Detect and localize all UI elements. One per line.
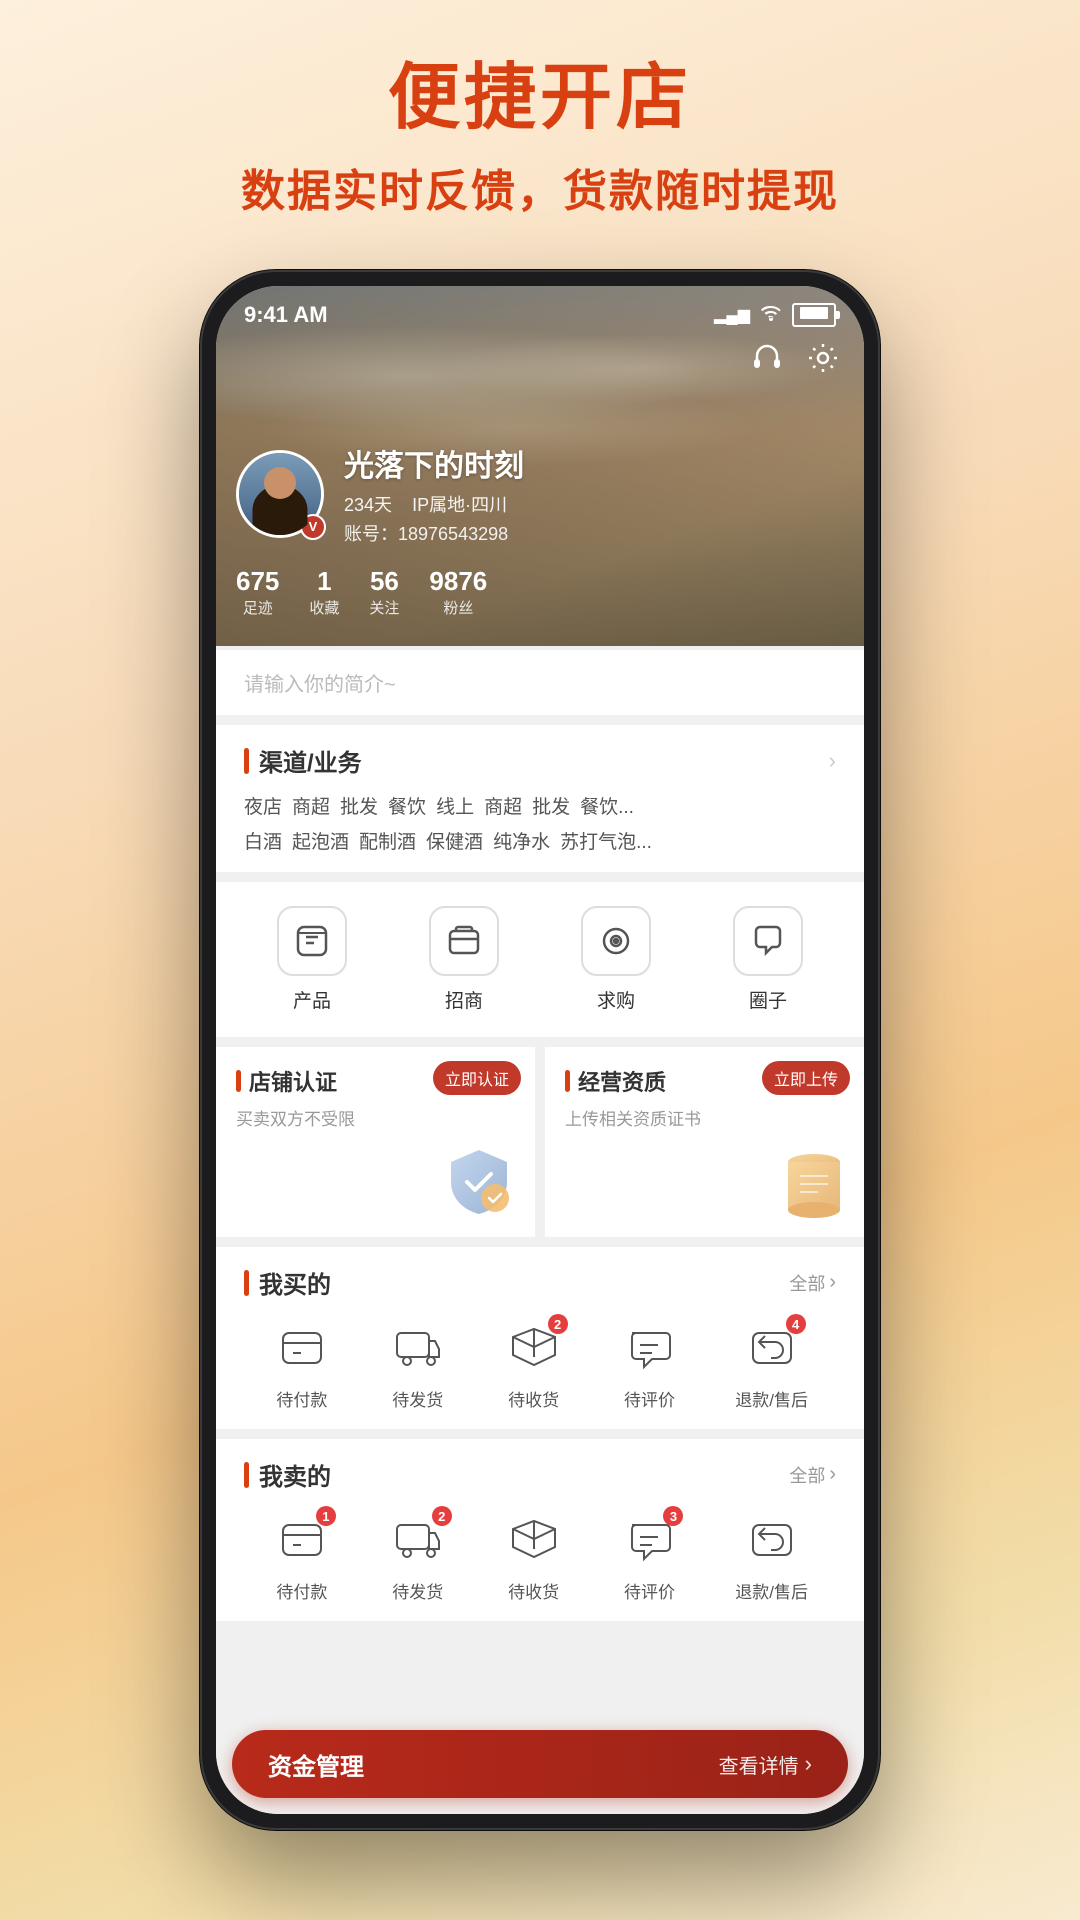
quick-item-community[interactable]: 圈子 xyxy=(733,906,803,1013)
store-cert-title: 店铺认证 xyxy=(249,1065,337,1097)
stat-collect: 1 收藏 xyxy=(309,566,339,618)
bottom-bar-chevron: › xyxy=(805,1751,812,1777)
sales-pending-review[interactable]: 3 待评价 xyxy=(619,1510,679,1603)
page-title-main: 便捷开店 xyxy=(60,55,1020,141)
sales-pending-receive[interactable]: 待收货 xyxy=(504,1510,564,1603)
stat-fans: 9876 粉丝 xyxy=(429,566,487,618)
my-sales-title: 我卖的 xyxy=(259,1457,331,1492)
page-title-sub: 数据实时反馈，货款随时提现 xyxy=(60,155,1020,219)
quick-icons-section: 产品 招商 求购 xyxy=(216,882,864,1037)
sales-pending-ship[interactable]: 2 待发货 xyxy=(388,1510,448,1603)
purchase-order-icons: 待付款 待发货 2 xyxy=(244,1318,836,1411)
page-header: 便捷开店 数据实时反馈，货款随时提现 xyxy=(0,0,1080,249)
avatar-container: V xyxy=(236,450,324,538)
headset-icon[interactable] xyxy=(750,341,784,383)
quick-recruit-label: 招商 xyxy=(445,986,483,1013)
my-sales-section: 我卖的 全部 › 1 待付款 xyxy=(216,1439,864,1621)
bottom-bar-left: 资金管理 xyxy=(268,1747,364,1782)
battery-icon xyxy=(792,303,836,327)
purchase-view-all[interactable]: 全部 › xyxy=(789,1270,836,1296)
bio-section[interactable]: 请输入你的简介~ xyxy=(216,650,864,715)
sales-order-icons: 1 待付款 2 待发货 xyxy=(244,1510,836,1603)
bottom-bar-right[interactable]: 查看详情 › xyxy=(719,1750,812,1779)
channel-tags-row1: 夜店 商超 批发 餐饮 线上 商超 批发 餐饮... xyxy=(244,792,836,819)
purchase-pending-pay[interactable]: 待付款 xyxy=(272,1318,332,1411)
certification-row: 立即认证 店铺认证 买卖双方不受限 xyxy=(216,1047,864,1237)
status-bar: 9:41 AM ▂▄▆ xyxy=(216,286,864,336)
profile-top-icons xyxy=(750,341,840,383)
channel-section: 渠道/业务 › 夜店 商超 批发 餐饮 线上 商超 批发 餐饮... xyxy=(216,725,864,872)
user-stats: 675 足迹 1 收藏 56 关注 9876 粉 xyxy=(236,566,844,618)
store-cert-card[interactable]: 立即认证 店铺认证 买卖双方不受限 xyxy=(216,1047,535,1237)
purchase-pending-receive[interactable]: 2 待收货 xyxy=(504,1318,564,1411)
settings-icon[interactable] xyxy=(806,341,840,383)
signal-icon: ▂▄▆ xyxy=(714,305,750,325)
quick-purchase-label: 求购 xyxy=(597,986,635,1013)
business-cert-icon xyxy=(774,1144,854,1229)
user-info: V 光落下的时刻 234天 IP属地·四川 账号：18976543298 xyxy=(236,441,844,618)
channel-tags-row2: 白酒 起泡酒 配制酒 保健酒 纯净水 苏打气泡... xyxy=(244,827,836,854)
quick-item-product[interactable]: 产品 xyxy=(277,906,347,1013)
store-cert-icon xyxy=(439,1142,519,1227)
my-purchase-title: 我买的 xyxy=(259,1265,331,1300)
sales-pending-pay[interactable]: 1 待付款 xyxy=(272,1510,332,1603)
quick-item-purchase[interactable]: 求购 xyxy=(581,906,651,1013)
user-meta: 234天 IP属地·四川 xyxy=(344,491,524,517)
channel-chevron[interactable]: › xyxy=(829,748,836,774)
profile-header: 9:41 AM ▂▄▆ xyxy=(216,286,864,646)
phone-outer: 9:41 AM ▂▄▆ xyxy=(200,270,880,1830)
stat-footprint: 675 足迹 xyxy=(236,566,279,618)
quick-community-label: 圈子 xyxy=(749,986,787,1013)
purchase-refund[interactable]: 4 退款/售后 xyxy=(735,1318,808,1411)
sales-refund[interactable]: 退款/售后 xyxy=(735,1510,808,1603)
stat-follow: 56 关注 xyxy=(369,566,399,618)
user-name: 光落下的时刻 xyxy=(344,441,524,485)
sales-view-all[interactable]: 全部 › xyxy=(789,1462,836,1488)
status-time: 9:41 AM xyxy=(244,302,328,328)
wifi-icon xyxy=(760,305,782,326)
purchase-pending-ship[interactable]: 待发货 xyxy=(388,1318,448,1411)
phone-screen: 9:41 AM ▂▄▆ xyxy=(216,286,864,1814)
bottom-bar[interactable]: 资金管理 查看详情 › xyxy=(232,1730,848,1798)
quick-product-label: 产品 xyxy=(293,986,331,1013)
quick-item-recruit[interactable]: 招商 xyxy=(429,906,499,1013)
business-cert-card[interactable]: 立即上传 经营资质 上传相关资质证书 xyxy=(545,1047,864,1237)
status-icons: ▂▄▆ xyxy=(714,303,836,327)
business-cert-title: 经营资质 xyxy=(578,1065,666,1097)
business-cert-badge[interactable]: 立即上传 xyxy=(762,1061,850,1095)
store-cert-badge[interactable]: 立即认证 xyxy=(433,1061,521,1095)
channel-title: 渠道/业务 xyxy=(259,743,362,778)
store-cert-desc: 买卖双方不受限 xyxy=(236,1105,515,1130)
purchase-pending-review[interactable]: 待评价 xyxy=(619,1318,679,1411)
user-account: 账号：18976543298 xyxy=(344,520,524,546)
user-text: 光落下的时刻 234天 IP属地·四川 账号：18976543298 xyxy=(344,441,524,546)
phone-wrapper: 9:41 AM ▂▄▆ xyxy=(200,270,880,1830)
section-title-bar-channel xyxy=(244,748,249,774)
bio-placeholder: 请输入你的简介~ xyxy=(244,674,396,696)
my-purchase-section: 我买的 全部 › 待付款 xyxy=(216,1247,864,1429)
content-area: 请输入你的简介~ 渠道/业务 › 夜店 商超 批发 xyxy=(216,646,864,1814)
business-cert-desc: 上传相关资质证书 xyxy=(565,1105,844,1130)
